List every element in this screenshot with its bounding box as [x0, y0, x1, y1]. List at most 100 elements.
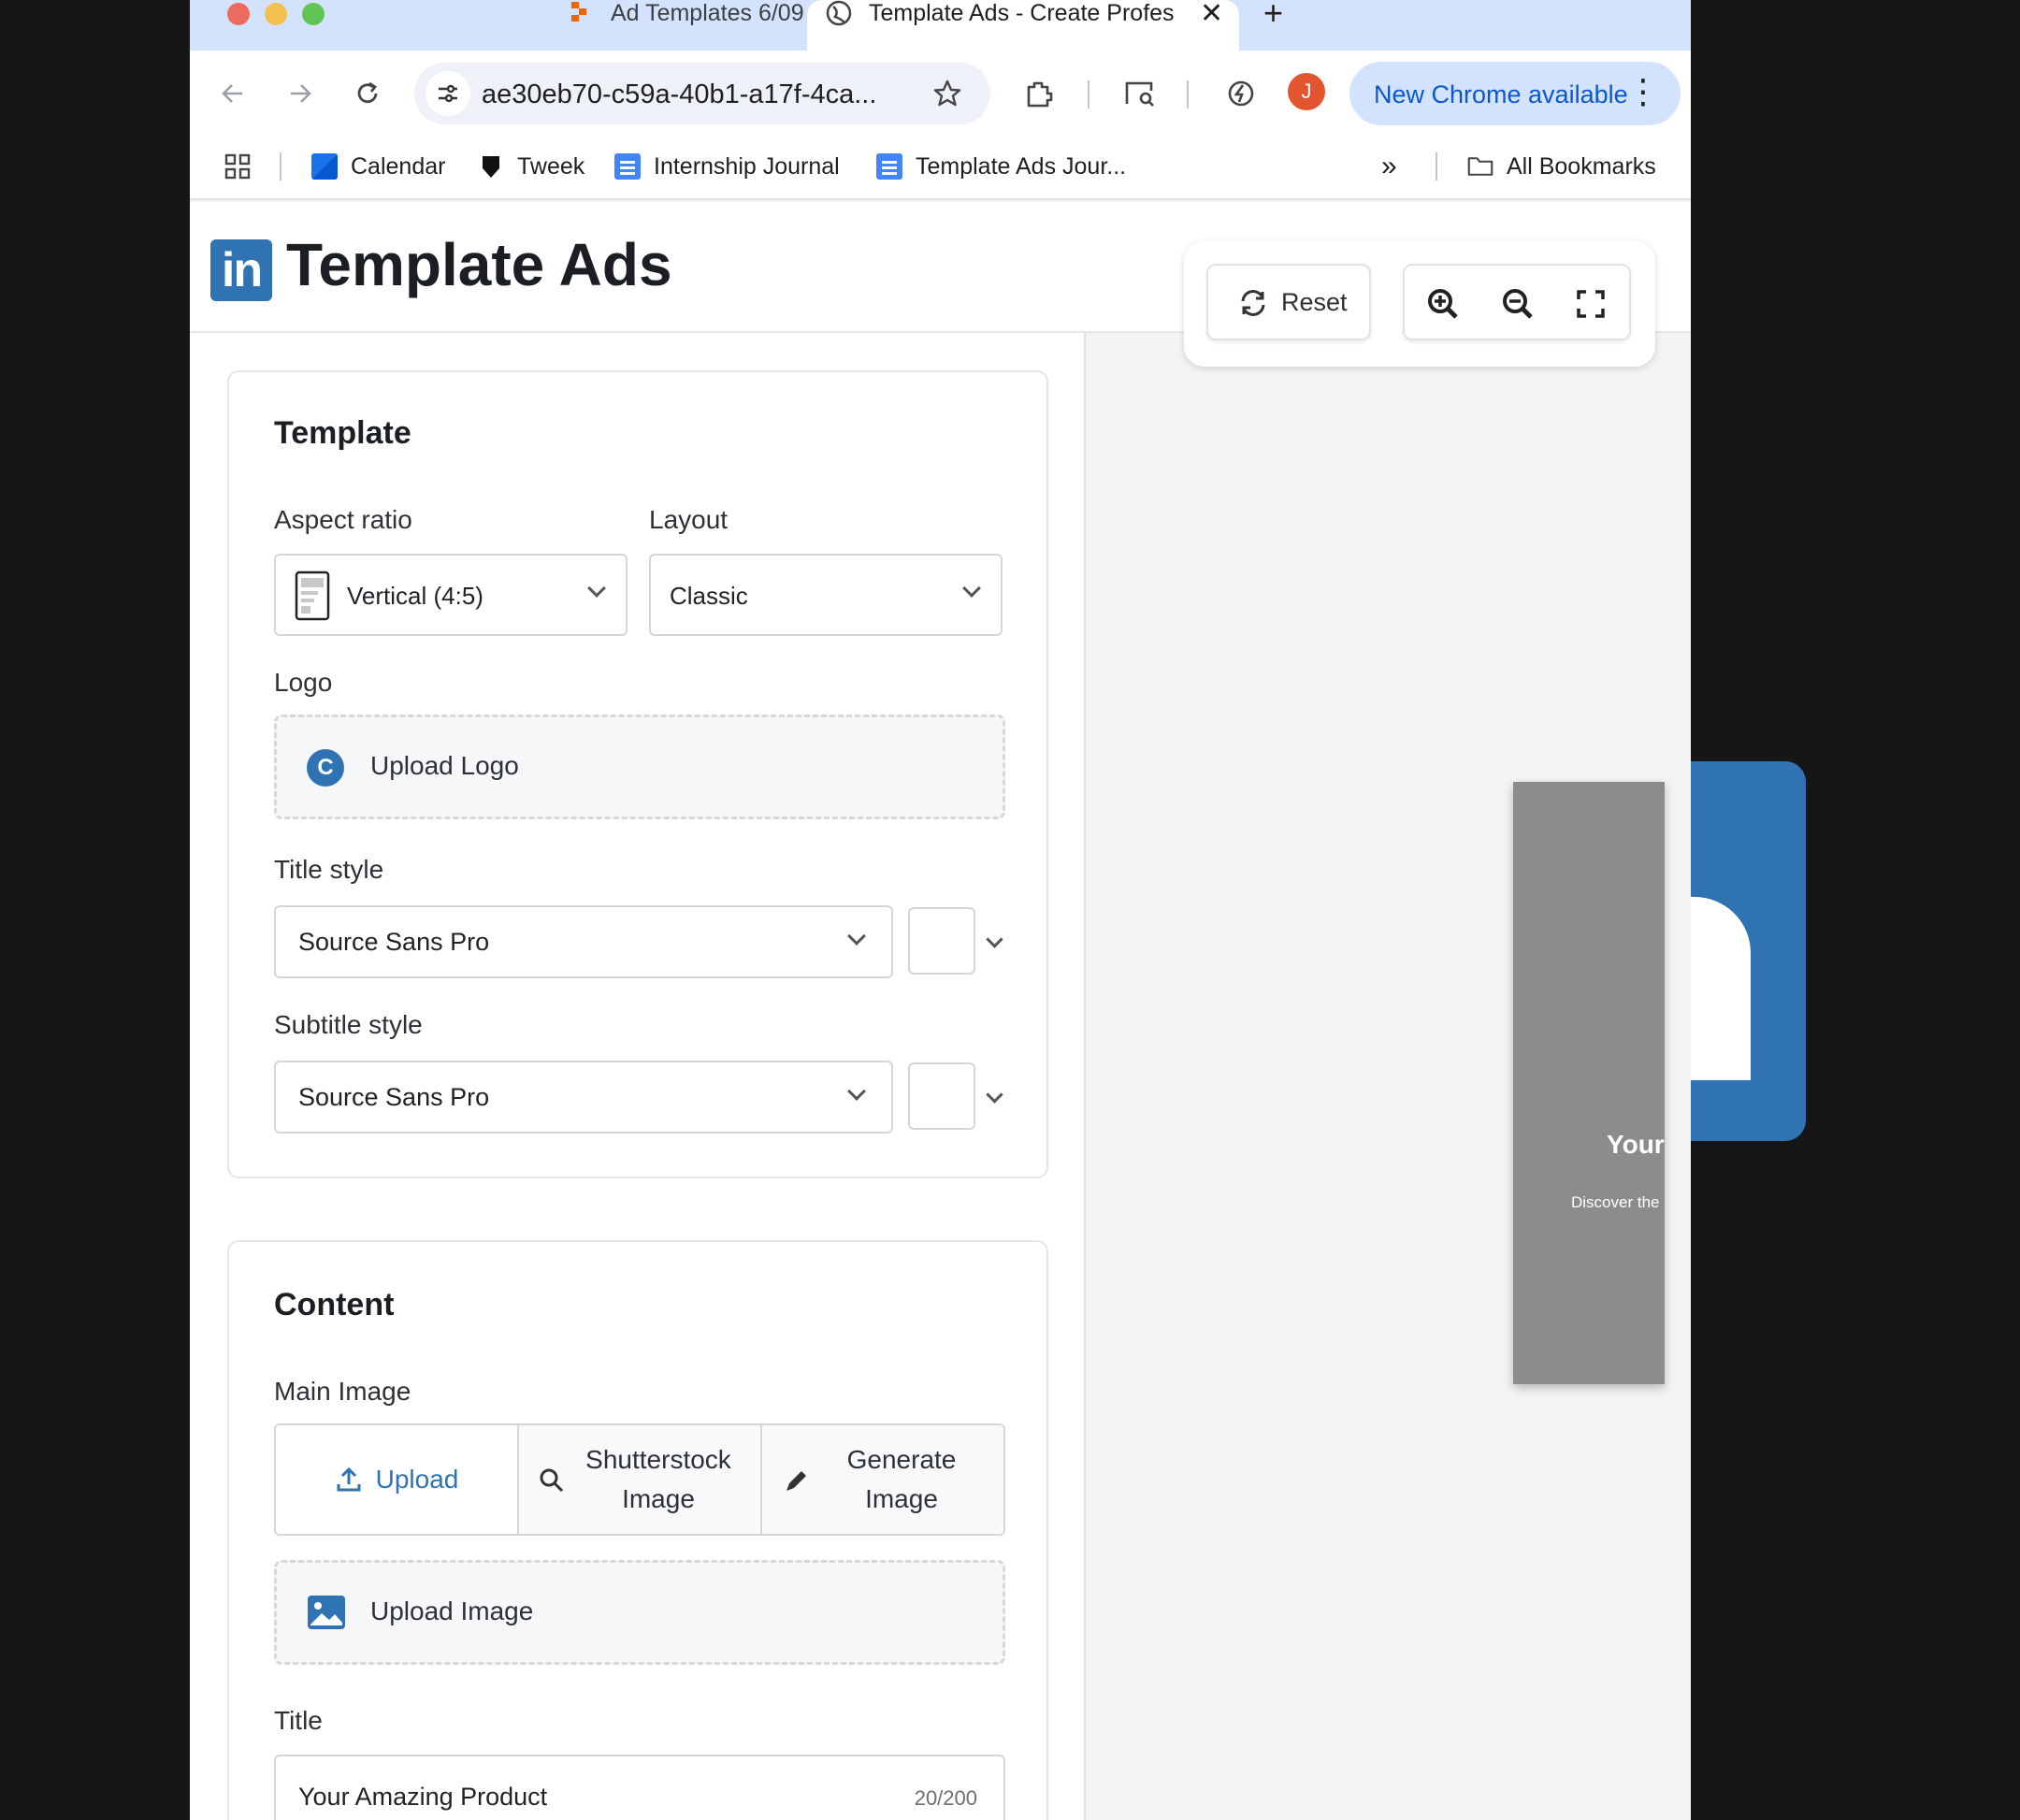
linkedin-logo: in	[210, 239, 272, 301]
char-counter: 20/200	[914, 1786, 977, 1810]
upload-logo-dropzone[interactable]: C Upload Logo	[274, 715, 1005, 819]
tab-search-icon[interactable]	[1119, 73, 1161, 114]
preview-logo-overflow	[1691, 761, 1806, 1141]
new-tab-button[interactable]: +	[1263, 0, 1283, 32]
tab-upload[interactable]: Upload	[276, 1425, 519, 1534]
bookmarks-overflow-icon[interactable]: »	[1381, 148, 1397, 185]
bookmarks-bar: Calendar Tweek Internship Journal Templa…	[190, 137, 1691, 200]
aspect-ratio-select[interactable]: Vertical (4:5)	[274, 554, 628, 636]
title-input-value: Your Amazing Product	[298, 1783, 548, 1811]
bookmarks-divider	[280, 152, 281, 181]
subtitle-font-select[interactable]: Source Sans Pro	[274, 1061, 893, 1134]
url-text: ae30eb70-c59a-40b1-a17f-4ca...	[482, 79, 877, 109]
image-icon	[308, 1596, 345, 1629]
close-window-button[interactable]	[227, 3, 250, 25]
bookmark-label: Template Ads Jour...	[916, 152, 1127, 180]
upload-logo-label: Upload Logo	[370, 751, 519, 780]
aspect-ratio-label: Aspect ratio	[274, 505, 412, 534]
tab-generate[interactable]: Generate Image	[762, 1425, 1003, 1534]
maximize-window-button[interactable]	[302, 3, 325, 25]
linkedin-n-glyph	[1691, 897, 1751, 1080]
preview-title: Your	[1607, 1130, 1665, 1159]
tweek-icon	[478, 153, 504, 180]
page-title: Template Ads	[286, 231, 672, 298]
chevron-down-icon	[587, 579, 606, 598]
tab-strip: Ad Templates 6/09 - Replit ✕ Template Ad…	[190, 0, 1691, 51]
more-menu-icon[interactable]: ⋮	[1626, 71, 1660, 112]
subtitle-style-label: Subtitle style	[274, 1010, 423, 1039]
reload-icon[interactable]	[347, 73, 388, 114]
fullscreen-icon[interactable]	[1575, 288, 1607, 320]
docs-icon	[614, 153, 641, 180]
chevron-down-icon	[847, 927, 866, 946]
title-color-swatch[interactable]	[908, 907, 975, 975]
layout-value: Classic	[670, 582, 748, 610]
subtitle-font-value: Source Sans Pro	[298, 1083, 490, 1111]
globe-icon	[826, 0, 852, 26]
logo-label: Logo	[274, 668, 333, 697]
bookmark-tweek[interactable]: Tweek	[478, 148, 584, 185]
zoom-out-icon[interactable]	[1500, 286, 1536, 322]
title-font-value: Source Sans Pro	[298, 928, 490, 956]
tab-title: Template Ads - Create Profes	[869, 0, 1175, 26]
subtitle-color-swatch[interactable]	[908, 1062, 975, 1130]
tab-label: Generate Image	[846, 1445, 957, 1513]
all-bookmarks[interactable]: All Bookmarks	[1467, 148, 1656, 185]
toolbar-divider	[1088, 80, 1089, 108]
image-source-tabs: Upload Shutterstock Image Generate Image	[274, 1423, 1005, 1536]
chrome-update-button[interactable]: New Chrome available ⋮	[1349, 62, 1681, 125]
title-font-select[interactable]: Source Sans Pro	[274, 905, 893, 978]
zoom-in-icon[interactable]	[1425, 286, 1461, 322]
profile-avatar[interactable]: J	[1288, 73, 1325, 110]
pencil-icon	[786, 1471, 806, 1491]
chevron-down-icon	[962, 579, 981, 598]
minimize-window-button[interactable]	[265, 3, 287, 25]
title-style-label: Title style	[274, 855, 384, 884]
tab-shutterstock[interactable]: Shutterstock Image	[519, 1425, 762, 1534]
site-settings-icon[interactable]	[426, 71, 470, 116]
upload-image-dropzone[interactable]: Upload Image	[274, 1560, 1005, 1665]
bookmark-label: Calendar	[351, 152, 446, 180]
replit-icon	[571, 2, 586, 22]
reset-button[interactable]: Reset	[1206, 264, 1371, 340]
bookmarks-divider	[1436, 152, 1437, 181]
template-card: Template Aspect ratio Layout Vertical (4…	[227, 370, 1048, 1178]
extensions-icon[interactable]	[1018, 73, 1060, 114]
editor-panel: Template Aspect ratio Layout Vertical (4…	[190, 333, 1086, 1820]
apps-icon[interactable]	[224, 148, 252, 185]
ad-preview[interactable]: Your Discover the	[1513, 782, 1665, 1384]
search-icon	[540, 1468, 564, 1493]
reset-label: Reset	[1281, 288, 1348, 316]
content-card: Content Main Image Upload Shutterstock I…	[227, 1240, 1048, 1820]
refresh-icon	[1241, 290, 1265, 316]
back-icon[interactable]	[212, 73, 253, 114]
layout-select[interactable]: Classic	[649, 554, 1003, 636]
bookmark-calendar[interactable]: Calendar	[311, 148, 445, 185]
upload-icon	[337, 1466, 361, 1492]
tab-label: Upload	[375, 1465, 459, 1494]
zoom-group	[1403, 264, 1631, 340]
forward-icon[interactable]	[280, 73, 321, 114]
close-tab-icon[interactable]: ✕	[1200, 0, 1223, 32]
chevron-down-icon[interactable]	[986, 931, 1003, 948]
browser-toolbar: ae30eb70-c59a-40b1-a17f-4ca... J New Chr…	[190, 51, 1691, 137]
aspect-ratio-value: Vertical (4:5)	[347, 582, 483, 610]
update-label: New Chrome available	[1374, 80, 1628, 108]
bookmark-template-ads-journal[interactable]: Template Ads Jour...	[876, 148, 1126, 185]
preview-subtitle: Discover the	[1571, 1193, 1660, 1211]
address-bar[interactable]: ae30eb70-c59a-40b1-a17f-4ca...	[414, 63, 990, 124]
performance-icon[interactable]	[1220, 73, 1262, 114]
title-field-label: Title	[274, 1706, 323, 1735]
canvas-controls: Reset	[1184, 241, 1655, 367]
chevron-down-icon[interactable]	[986, 1086, 1003, 1104]
bookmark-label: Internship Journal	[654, 152, 840, 180]
title-input[interactable]: Your Amazing Product 20/200	[274, 1755, 1005, 1820]
bookmark-star-icon[interactable]	[927, 73, 968, 114]
layout-label: Layout	[649, 505, 729, 534]
browser-window: Ad Templates 6/09 - Replit ✕ Template Ad…	[190, 0, 1691, 1820]
bookmark-internship-journal[interactable]: Internship Journal	[614, 148, 840, 185]
tab-label: Shutterstock Image	[585, 1445, 731, 1513]
tab-template-ads[interactable]: Template Ads - Create Profes ✕	[807, 0, 1239, 51]
folder-icon	[1467, 153, 1493, 180]
section-title: Content	[274, 1287, 395, 1322]
